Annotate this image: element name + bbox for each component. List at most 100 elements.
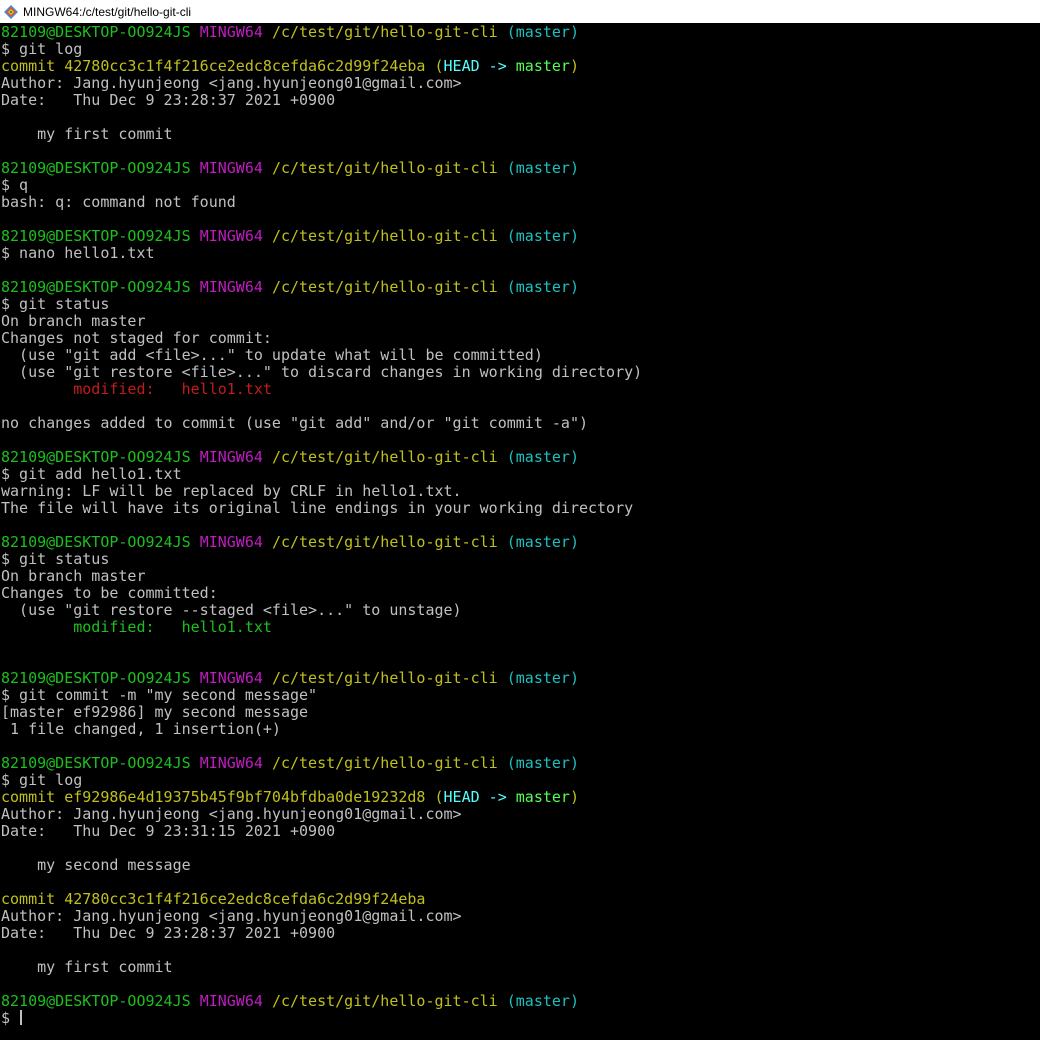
- terminal-line: warning: LF will be replaced by CRLF in …: [1, 483, 1040, 500]
- terminal-text-segment: (master): [506, 992, 579, 1010]
- terminal-line: commit 42780cc3c1f4f216ce2edc8cefda6c2d9…: [1, 58, 1040, 75]
- terminal-line: $ q: [1, 177, 1040, 194]
- terminal-text-segment: (master): [506, 533, 579, 551]
- terminal-line: Date: Thu Dec 9 23:28:37 2021 +0900: [1, 925, 1040, 942]
- terminal-line: 82109@DESKTOP-OO924JS MINGW64 /c/test/gi…: [1, 755, 1040, 772]
- terminal-line: (use "git restore <file>..." to discard …: [1, 364, 1040, 381]
- terminal-text-segment: MINGW64: [199, 754, 263, 772]
- terminal-line: Author: Jang.hyunjeong <jang.hyunjeong01…: [1, 75, 1040, 92]
- terminal-text-segment: HEAD ->: [443, 788, 516, 806]
- terminal-line: modified: hello1.txt: [1, 381, 1040, 398]
- terminal-text-segment: MINGW64: [199, 23, 263, 41]
- terminal-text-segment: /c/test/git/hello-git-cli: [271, 23, 498, 41]
- terminal-text-segment: /c/test/git/hello-git-cli: [271, 754, 498, 772]
- terminal-text-segment: 82109@DESKTOP-OO924JS: [1, 159, 191, 177]
- terminal-line: bash: q: command not found: [1, 194, 1040, 211]
- terminal-text-segment: (master): [506, 227, 579, 245]
- terminal-text-segment: no changes added to commit (use "git add…: [1, 414, 588, 432]
- terminal-text-segment: 82109@DESKTOP-OO924JS: [1, 669, 191, 687]
- terminal-text-segment: 82109@DESKTOP-OO924JS: [1, 754, 191, 772]
- terminal-line: $ git status: [1, 296, 1040, 313]
- terminal-text-segment: bash: q: command not found: [1, 193, 236, 211]
- terminal-text-segment: The file will have its original line end…: [1, 499, 634, 517]
- terminal-line: 82109@DESKTOP-OO924JS MINGW64 /c/test/gi…: [1, 24, 1040, 41]
- terminal-line: commit ef92986e4d19375b45f9bf704bfdba0de…: [1, 789, 1040, 806]
- window-title: MINGW64:/c/test/git/hello-git-cli: [23, 4, 192, 19]
- terminal-text-segment: (master): [506, 448, 579, 466]
- terminal-text-segment: Changes to be committed:: [1, 584, 218, 602]
- git-bash-icon: [3, 4, 19, 20]
- terminal-text-segment: $ git status: [1, 295, 110, 313]
- terminal-text-segment: /c/test/git/hello-git-cli: [271, 278, 498, 296]
- terminal-text-segment: $ git commit -m "my second message": [1, 686, 318, 704]
- terminal-line: commit 42780cc3c1f4f216ce2edc8cefda6c2d9…: [1, 891, 1040, 908]
- terminal-text-segment: master: [515, 57, 570, 75]
- title-bar[interactable]: MINGW64:/c/test/git/hello-git-cli: [0, 0, 1040, 23]
- terminal-text-segment: 82109@DESKTOP-OO924JS: [1, 992, 191, 1010]
- terminal-text-segment: Changes not staged for commit:: [1, 329, 272, 347]
- terminal-text-segment: commit 42780cc3c1f4f216ce2edc8cefda6c2d9…: [1, 890, 426, 908]
- terminal-line: my first commit: [1, 126, 1040, 143]
- terminal-output[interactable]: 82109@DESKTOP-OO924JS MINGW64 /c/test/gi…: [0, 23, 1040, 1040]
- terminal-line: my first commit: [1, 959, 1040, 976]
- terminal-text-segment: 82109@DESKTOP-OO924JS: [1, 533, 191, 551]
- terminal-text-segment: MINGW64: [199, 227, 263, 245]
- terminal-line: my second message: [1, 857, 1040, 874]
- terminal-text-segment: /c/test/git/hello-git-cli: [271, 159, 498, 177]
- terminal-text-segment: $ git status: [1, 550, 110, 568]
- terminal-line: On branch master: [1, 568, 1040, 585]
- terminal-text-segment: Author: Jang.hyunjeong <jang.hyunjeong01…: [1, 74, 462, 92]
- terminal-text-segment: (master): [506, 754, 579, 772]
- terminal-text-segment: (use "git restore <file>..." to discard …: [1, 363, 643, 381]
- terminal-line: $ git commit -m "my second message": [1, 687, 1040, 704]
- terminal-text-segment: $ q: [1, 176, 29, 194]
- terminal-line: 82109@DESKTOP-OO924JS MINGW64 /c/test/gi…: [1, 228, 1040, 245]
- terminal-text-segment: Date: Thu Dec 9 23:28:37 2021 +0900: [1, 91, 336, 109]
- terminal-text-segment: commit 42780cc3c1f4f216ce2edc8cefda6c2d9…: [1, 57, 444, 75]
- terminal-line: [master ef92986] my second message: [1, 704, 1040, 721]
- terminal-text-segment: Author: Jang.hyunjeong <jang.hyunjeong01…: [1, 805, 462, 823]
- terminal-text-segment: MINGW64: [199, 669, 263, 687]
- terminal-text-segment: HEAD ->: [443, 57, 516, 75]
- terminal-line: $ git add hello1.txt: [1, 466, 1040, 483]
- terminal-text-segment: master: [515, 788, 570, 806]
- terminal-text-segment: 1 file changed, 1 insertion(+): [1, 720, 281, 738]
- terminal-text-segment: /c/test/git/hello-git-cli: [271, 669, 498, 687]
- terminal-text-segment: $: [1, 1009, 20, 1027]
- terminal-text-segment: On branch master: [1, 567, 146, 585]
- terminal-line: Author: Jang.hyunjeong <jang.hyunjeong01…: [1, 908, 1040, 925]
- terminal-line: $ git log: [1, 41, 1040, 58]
- terminal-text-segment: $ git add hello1.txt: [1, 465, 182, 483]
- terminal-line: Author: Jang.hyunjeong <jang.hyunjeong01…: [1, 806, 1040, 823]
- terminal-line: 82109@DESKTOP-OO924JS MINGW64 /c/test/gi…: [1, 449, 1040, 466]
- terminal-text-segment: my first commit: [1, 125, 173, 143]
- terminal-text-segment: 82109@DESKTOP-OO924JS: [1, 448, 191, 466]
- terminal-line: $ git status: [1, 551, 1040, 568]
